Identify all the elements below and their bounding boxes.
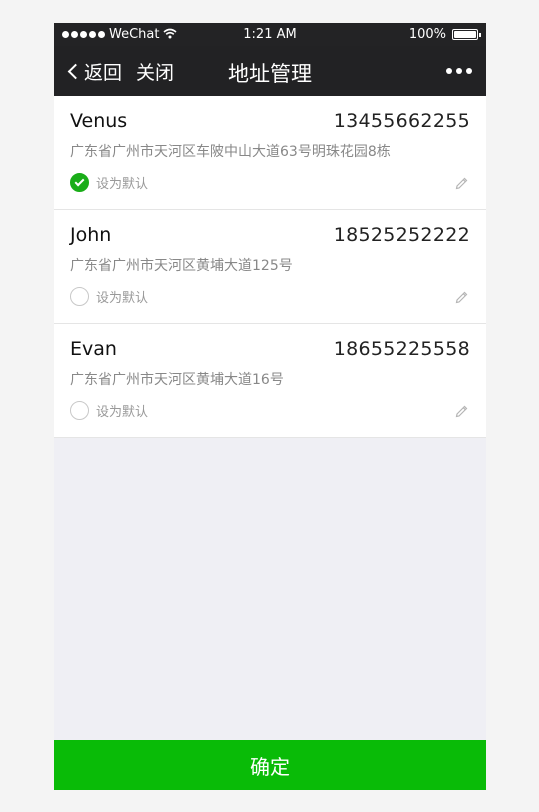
address-item[interactable]: Venus 13455662255 广东省广州市天河区车陂中山大道63号明珠花园… bbox=[54, 96, 486, 210]
address-text: 广东省广州市天河区黄埔大道125号 bbox=[70, 258, 293, 274]
address-item[interactable]: Evan 18655225558 广东省广州市天河区黄埔大道16号 设为默认 bbox=[54, 324, 486, 438]
contact-phone: 18655225558 bbox=[333, 338, 470, 360]
navigation-bar: 返回 关闭 地址管理 bbox=[54, 46, 486, 96]
edit-icon[interactable] bbox=[454, 289, 470, 305]
set-default-label[interactable]: 设为默认 bbox=[96, 287, 148, 306]
confirm-button[interactable]: 确定 bbox=[54, 740, 486, 790]
contact-name: Evan bbox=[70, 338, 117, 360]
chevron-left-icon bbox=[67, 63, 84, 79]
carrier-name: WeChat bbox=[109, 27, 160, 42]
back-label: 返回 bbox=[84, 61, 123, 84]
battery-percentage: 100% bbox=[408, 27, 446, 42]
default-radio[interactable] bbox=[70, 401, 89, 420]
set-default-label[interactable]: 设为默认 bbox=[96, 173, 148, 192]
wifi-icon bbox=[163, 28, 177, 42]
address-item[interactable]: John 18525252222 广东省广州市天河区黄埔大道125号 设为默认 bbox=[54, 210, 486, 324]
edit-icon[interactable] bbox=[454, 175, 470, 191]
address-list: Venus 13455662255 广东省广州市天河区车陂中山大道63号明珠花园… bbox=[54, 96, 486, 438]
contact-phone: 13455662255 bbox=[333, 110, 470, 132]
default-radio[interactable] bbox=[70, 287, 89, 306]
address-text: 广东省广州市天河区黄埔大道16号 bbox=[70, 372, 284, 388]
close-button[interactable]: 关闭 bbox=[136, 58, 174, 85]
contact-name: Venus bbox=[70, 110, 128, 132]
status-bar: WeChat 1:21 AM 100% bbox=[54, 23, 486, 46]
phone-screen: WeChat 1:21 AM 100% 返回 关闭 地址管理 Venus 134… bbox=[54, 23, 486, 790]
contact-phone: 18525252222 bbox=[333, 224, 470, 246]
edit-icon[interactable] bbox=[454, 403, 470, 419]
set-default-label[interactable]: 设为默认 bbox=[96, 401, 148, 420]
more-icon[interactable] bbox=[446, 68, 472, 74]
battery-icon bbox=[452, 29, 481, 40]
address-text: 广东省广州市天河区车陂中山大道63号明珠花园8栋 bbox=[70, 144, 391, 160]
signal-strength-icon bbox=[62, 31, 105, 38]
checkmark-icon bbox=[74, 176, 85, 187]
contact-name: John bbox=[70, 224, 112, 246]
default-radio[interactable] bbox=[70, 173, 89, 192]
back-button[interactable]: 返回 bbox=[64, 58, 122, 85]
